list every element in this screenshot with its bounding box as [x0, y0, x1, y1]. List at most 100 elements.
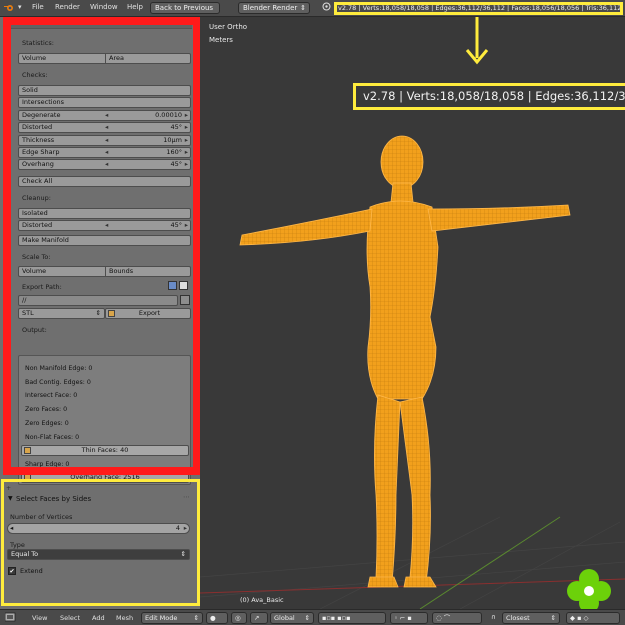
select-faces-header[interactable]: ▼ Select Faces by Sides ⋯: [4, 492, 194, 505]
decrement-arrow-icon[interactable]: ◂: [105, 123, 108, 132]
distorted-button[interactable]: Distorted: [22, 123, 52, 131]
export-button[interactable]: Export: [105, 308, 191, 319]
chevron-down-icon: ⇕: [95, 309, 101, 317]
type-value: Equal To: [11, 550, 39, 558]
blender-logo-icon[interactable]: [4, 3, 14, 15]
output-line: Sharp Edge: 0: [25, 461, 70, 468]
menu-view[interactable]: View: [32, 614, 47, 622]
menu-render[interactable]: Render: [55, 3, 80, 11]
cleanup-distorted-button[interactable]: Distorted: [22, 221, 52, 229]
increment-arrow-icon[interactable]: ▸: [185, 148, 188, 157]
layer-buttons[interactable]: ▪▫▪ ▪▫▪: [318, 612, 386, 624]
render-engine-select[interactable]: Blender Render ⇕: [238, 2, 310, 14]
solid-button[interactable]: Solid: [18, 85, 191, 96]
output-box: Non Manifold Edge: 0 Bad Contig. Edges: …: [18, 355, 191, 485]
output-line: Zero Faces: 0: [25, 406, 68, 413]
increment-arrow-icon[interactable]: ▸: [185, 160, 188, 169]
pivot-select[interactable]: ◎: [231, 612, 247, 624]
overhang-face-label: Overhang Face: 2516: [70, 473, 140, 481]
extend-checkbox[interactable]: ✔ Extend: [8, 567, 88, 577]
scale-volume-button[interactable]: Volume: [22, 267, 46, 275]
thickness-field[interactable]: 10μm: [163, 136, 182, 145]
output-line: Bad Contig. Edges: 0: [25, 379, 91, 386]
decrement-arrow-icon[interactable]: ◂: [105, 111, 108, 120]
menu-select[interactable]: Select: [60, 614, 80, 622]
chevron-down-icon: ⇕: [193, 614, 199, 622]
select-mode-buttons[interactable]: ◦ ⌐ ▪: [390, 612, 428, 624]
orientation-select[interactable]: Global ⇕: [270, 612, 314, 624]
mesh-figure[interactable]: [239, 135, 571, 588]
output-line: Non Manifold Edge: 0: [25, 365, 93, 372]
snap-options[interactable]: ◆ ▪ ◇: [566, 612, 620, 624]
increment-arrow-icon[interactable]: ▸: [185, 111, 188, 120]
overhang-face-button[interactable]: Overhang Face: 2516: [21, 472, 189, 483]
decrement-arrow-icon[interactable]: ◂: [105, 136, 108, 145]
plus-icon[interactable]: +: [6, 485, 11, 492]
overhang-button[interactable]: Overhang: [22, 160, 54, 168]
type-select[interactable]: Equal To ⇕: [7, 549, 190, 560]
intersections-button[interactable]: Intersections: [18, 97, 191, 108]
cleanup-distorted-field[interactable]: 45°: [170, 221, 182, 230]
menu-help[interactable]: Help: [127, 3, 143, 11]
editor-type-icon[interactable]: ▾: [18, 3, 22, 11]
back-to-previous-button[interactable]: Back to Previous: [150, 2, 220, 14]
print3d-header[interactable]: ▼ Print3D ⋯: [8, 17, 192, 29]
chevron-down-icon: ⇕: [550, 614, 556, 622]
edge-sharp-field[interactable]: 160°: [166, 148, 182, 157]
link-icon[interactable]: [168, 281, 177, 290]
thickness-button[interactable]: Thickness: [22, 136, 54, 144]
menu-window[interactable]: Window: [90, 3, 118, 11]
menu-file[interactable]: File: [32, 3, 44, 11]
blender-version-icon: [322, 2, 331, 13]
editor-type-icon[interactable]: [4, 612, 17, 624]
check-all-button[interactable]: Check All: [18, 176, 191, 187]
top-menu-bar: ▾ File Render Window Help Back to Previo…: [0, 0, 625, 17]
select-icon: [24, 447, 31, 454]
decrement-arrow-icon[interactable]: ◂: [10, 524, 13, 533]
snap-magnet-icon[interactable]: ∩: [488, 612, 500, 624]
export-path-input[interactable]: //: [18, 295, 178, 306]
isolated-button[interactable]: Isolated: [18, 208, 191, 219]
degenerate-field[interactable]: 0.00010: [155, 111, 182, 120]
format-select[interactable]: STL ⇕: [18, 308, 105, 319]
decrement-arrow-icon[interactable]: ◂: [105, 148, 108, 157]
manipulator-toggle[interactable]: ↗: [250, 612, 268, 624]
viewport-shading-select[interactable]: ●: [206, 612, 228, 624]
checkmark-icon: ✔: [8, 567, 16, 575]
degenerate-row: Degenerate ◂ 0.00010 ▸: [18, 110, 191, 121]
overhang-row: Overhang ◂ 45° ▸: [18, 159, 191, 170]
drag-handle-icon[interactable]: ⋯: [181, 17, 188, 25]
bottom-header-bar: View Select Add Mesh Edit Mode ⇕ ● ◎ ↗ G…: [0, 609, 625, 625]
volume-button[interactable]: Volume: [22, 54, 46, 62]
area-button[interactable]: Area: [105, 54, 124, 63]
snap-select[interactable]: Closest ⇕: [502, 612, 560, 624]
mode-select[interactable]: Edit Mode ⇕: [141, 612, 203, 624]
y-axis-line: [419, 516, 561, 609]
decrement-arrow-icon[interactable]: ◂: [105, 221, 108, 230]
menu-add[interactable]: Add: [92, 614, 105, 622]
file-icon[interactable]: [179, 281, 188, 290]
scale-bounds-button[interactable]: Bounds: [105, 267, 133, 276]
checks-label: Checks:: [22, 71, 48, 79]
distorted-field[interactable]: 45°: [170, 123, 182, 132]
proportional-edit-select[interactable]: ◌ ⌒: [432, 612, 482, 624]
increment-arrow-icon[interactable]: ▸: [185, 221, 188, 230]
num-vertices-field[interactable]: ◂ 4 ▸: [7, 523, 190, 534]
increment-arrow-icon[interactable]: ▸: [185, 123, 188, 132]
decrement-arrow-icon[interactable]: ◂: [105, 160, 108, 169]
degenerate-button[interactable]: Degenerate: [22, 111, 60, 119]
menu-mesh[interactable]: Mesh: [116, 614, 133, 622]
export-label: Export: [138, 309, 161, 317]
folder-icon[interactable]: [180, 295, 190, 305]
thin-faces-button[interactable]: Thin Faces: 40: [21, 445, 189, 456]
drag-handle-icon[interactable]: ⋯: [183, 493, 190, 501]
increment-arrow-icon[interactable]: ▸: [185, 136, 188, 145]
make-manifold-button[interactable]: Make Manifold: [18, 235, 191, 246]
collapse-arrow-icon: ▼: [12, 19, 17, 26]
tool-shelf: ▼ Print3D ⋯ Statistics: Volume Area Chec…: [0, 17, 200, 609]
increment-arrow-icon[interactable]: ▸: [184, 524, 187, 533]
overhang-field[interactable]: 45°: [170, 160, 182, 169]
edge-sharp-button[interactable]: Edge Sharp: [22, 148, 59, 156]
3d-viewport[interactable]: User Ortho Meters v2.78 | Verts:18,058/1…: [200, 17, 625, 609]
